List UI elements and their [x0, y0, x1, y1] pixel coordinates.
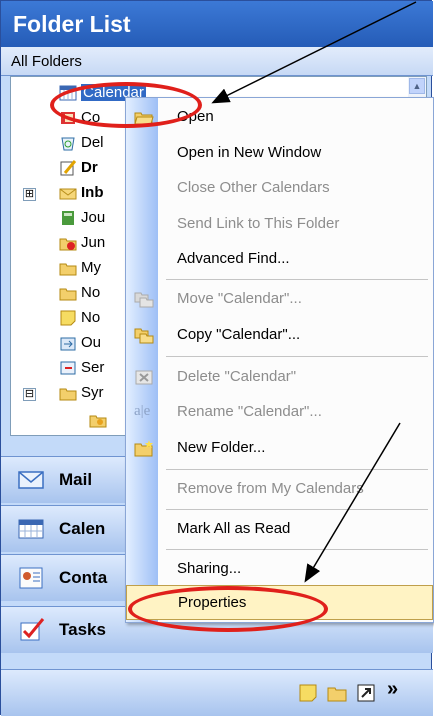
annotation-arrows [211, 1, 417, 583]
annotation-arrow-calendar [211, 1, 417, 104]
annotation-arrow-properties [304, 422, 401, 583]
